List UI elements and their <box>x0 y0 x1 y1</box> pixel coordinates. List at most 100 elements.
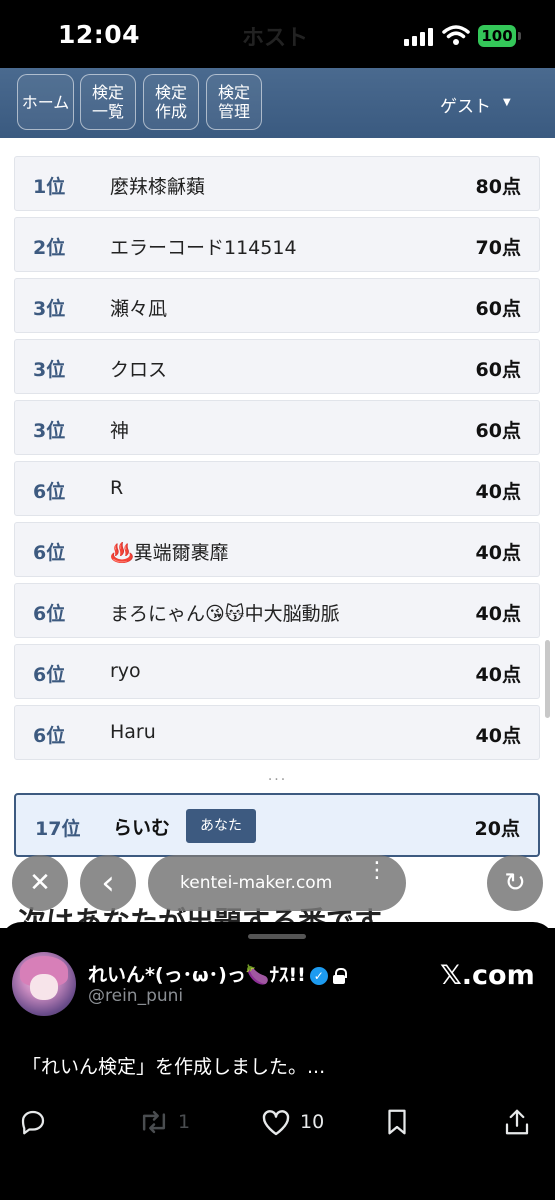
ranking-name: エラーコード114514 <box>110 237 297 259</box>
ranking-rank: 6位 <box>33 603 66 625</box>
reload-icon: ↻ <box>504 868 526 898</box>
display-name[interactable]: れいん*(っ･ω･)っ🍆ﾅｽ!! ✓ <box>88 960 347 987</box>
nav-create-button[interactable]: 検定 作成 <box>143 74 199 130</box>
ranking-row: 6位 Haru 40点 <box>14 705 540 760</box>
nav-create-line2: 作成 <box>154 102 187 121</box>
ranking-gap-ellipsis: ... <box>267 768 288 784</box>
ranking-name: ♨️異端爾裹靡 <box>110 542 229 564</box>
ranking-name: まろにゃん😘😽中大脳動脈 <box>110 603 340 625</box>
lock-icon <box>332 967 347 984</box>
ranking-rank: 3位 <box>33 359 66 381</box>
reply-button[interactable] <box>18 1102 48 1142</box>
ranking-score: 40点 <box>475 664 521 686</box>
display-name-text: れいん*(っ･ω･)っ🍆ﾅｽ!! <box>88 964 306 986</box>
nav-manage-line2: 管理 <box>217 102 250 121</box>
ranking-score: 40点 <box>475 725 521 747</box>
battery-icon: 100 <box>478 25 516 47</box>
ranking-name: 麼䍪㯃龢蘱 <box>110 176 206 198</box>
nav-list-button[interactable]: 検定 一覧 <box>80 74 136 130</box>
more-options-icon[interactable]: ⋮ <box>366 860 388 882</box>
like-button[interactable]: 10 <box>260 1102 324 1142</box>
my-name: らいむ <box>113 817 171 839</box>
ranking-row: 3位 クロス 60点 <box>14 339 540 394</box>
retweet-icon <box>142 1110 166 1134</box>
ranking-score: 80点 <box>475 176 521 198</box>
ranking-row: 3位 瀬々凪 60点 <box>14 278 540 333</box>
ranking-score: 40点 <box>475 603 521 625</box>
close-icon: ✕ <box>29 868 51 898</box>
retweet-button[interactable]: 1 <box>138 1102 190 1142</box>
heart-icon <box>262 1110 290 1136</box>
my-ranking-row: 17位 らいむ あなた 20点 <box>14 793 540 857</box>
avatar-face <box>30 974 58 1000</box>
bookmark-button[interactable] <box>383 1102 411 1142</box>
battery-tip <box>518 32 521 40</box>
close-button[interactable]: ✕ <box>12 855 68 911</box>
status-bar: ホスト 12:04 100 <box>0 0 555 68</box>
ranking-score: 60点 <box>475 298 521 320</box>
ranking-row: 2位 エラーコード114514 70点 <box>14 217 540 272</box>
post-text[interactable]: 「れいん検定」を作成しました。... <box>22 1052 325 1079</box>
ranking-name: クロス <box>110 359 168 381</box>
share-icon <box>505 1109 529 1135</box>
clock: 12:04 <box>58 20 141 49</box>
like-count: 10 <box>300 1111 325 1133</box>
ranking-page: 1位 麼䍪㯃龢蘱 80点 2位 エラーコード114514 70点 3位 瀬々凪 … <box>0 138 555 928</box>
ranking-name: 瀬々凪 <box>110 298 168 320</box>
ranking-rank: 6位 <box>33 542 66 564</box>
x-post-sheet: れいん*(っ･ω･)っ🍆ﾅｽ!! ✓ @rein_puni 𝕏.com 「れいん検… <box>0 922 555 1200</box>
address-bar[interactable]: kentei-maker.com ⋮ <box>148 855 406 911</box>
cellular-signal-icon <box>404 28 436 46</box>
ranking-rank: 2位 <box>33 237 66 259</box>
ranking-rank: 3位 <box>33 420 66 442</box>
back-icon: ‹ <box>101 863 115 903</box>
ranking-score: 40点 <box>475 542 521 564</box>
nav-home-button[interactable]: ホーム <box>17 74 74 130</box>
bookmark-icon <box>388 1109 406 1135</box>
ranking-name: Haru <box>110 721 156 743</box>
nav-manage-line1: 検定 <box>217 83 250 102</box>
scrollbar[interactable] <box>545 640 550 718</box>
nav-list-line1: 検定 <box>91 83 124 102</box>
user-handle[interactable]: @rein_puni <box>88 986 183 1006</box>
site-header: ホーム 検定 一覧 検定 作成 検定 管理 ゲスト ▼ <box>0 68 555 138</box>
ranking-score: 60点 <box>475 359 521 381</box>
ranking-row: 6位 ♨️異端爾裹靡 40点 <box>14 522 540 577</box>
url-text: kentei-maker.com <box>180 873 333 893</box>
ranking-rank: 6位 <box>33 725 66 747</box>
ranking-rank: 1位 <box>33 176 66 198</box>
you-badge: あなた <box>186 809 256 843</box>
share-button[interactable] <box>502 1102 532 1142</box>
ranking-name: 神 <box>110 420 130 442</box>
ranking-rank: 6位 <box>33 664 66 686</box>
ranking-score: 70点 <box>475 237 521 259</box>
my-score: 20点 <box>474 818 520 840</box>
reload-button[interactable]: ↻ <box>487 855 543 911</box>
ranking-row: 6位 ryo 40点 <box>14 644 540 699</box>
verified-badge-icon: ✓ <box>309 966 328 985</box>
nav-create-line1: 検定 <box>154 83 187 102</box>
sheet-grabber[interactable] <box>248 934 306 939</box>
ranking-row: 6位 R 40点 <box>14 461 540 516</box>
retweet-count: 1 <box>178 1111 191 1133</box>
ranking-score: 60点 <box>475 420 521 442</box>
nav-list-line2: 一覧 <box>91 102 124 121</box>
ranking-name: ryo <box>110 660 141 682</box>
chevron-down-icon[interactable]: ▼ <box>503 97 511 108</box>
x-logo[interactable]: 𝕏.com <box>440 960 535 991</box>
ranking-row: 6位 まろにゃん😘😽中大脳動脈 40点 <box>14 583 540 638</box>
reply-icon <box>21 1110 45 1135</box>
wifi-icon <box>442 25 470 45</box>
back-button[interactable]: ‹ <box>80 855 136 911</box>
ranking-name: R <box>110 477 124 499</box>
avatar[interactable] <box>12 952 76 1016</box>
nav-manage-button[interactable]: 検定 管理 <box>206 74 262 130</box>
behind-title: ホスト <box>242 26 309 51</box>
ranking-row: 3位 神 60点 <box>14 400 540 455</box>
ranking-score: 40点 <box>475 481 521 503</box>
ranking-row: 1位 麼䍪㯃龢蘱 80点 <box>14 156 540 211</box>
user-menu[interactable]: ゲスト <box>440 92 491 117</box>
post-actions: 1 10 <box>0 1102 555 1142</box>
my-rank: 17位 <box>35 818 81 840</box>
ranking-rank: 6位 <box>33 481 66 503</box>
